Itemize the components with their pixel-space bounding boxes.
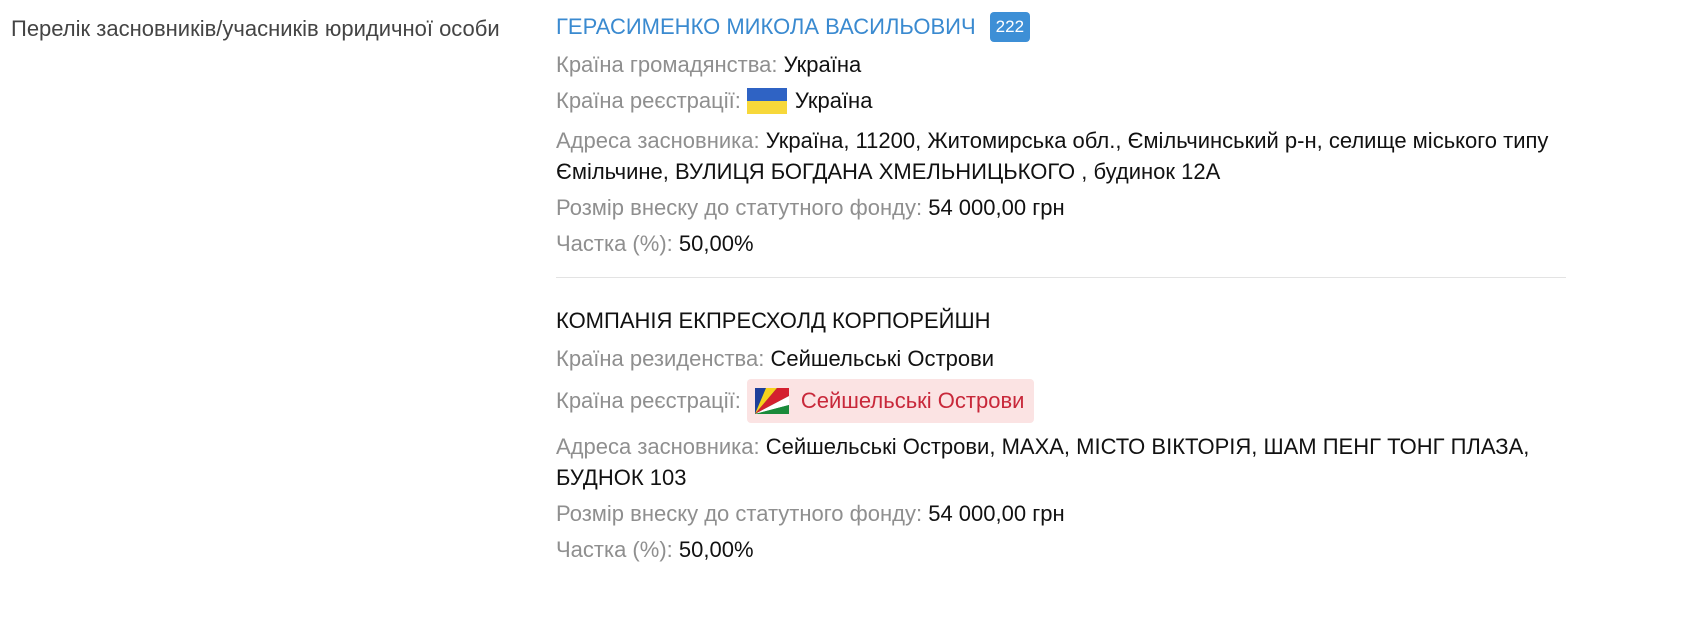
contribution-row: Розмір внеску до статутного фонду: 54 00… (556, 498, 1566, 529)
address-label: Адреса засновника: (556, 128, 760, 153)
founder-name-row: ГЕРАСИМЕНКО МИКОЛА ВАСИЛЬОВИЧ 222 (556, 10, 1566, 44)
share-value: 50,00% (678, 537, 754, 562)
founder-item: КОМПАНІЯ ЕКПРЕСХОЛД КОРПОРЕЙШН Країна ре… (556, 277, 1566, 583)
registration-label: Країна реєстрації: (556, 88, 741, 113)
share-row: Частка (%): 50,00% (556, 534, 1566, 565)
founder-item: ГЕРАСИМЕНКО МИКОЛА ВАСИЛЬОВИЧ 222 Країна… (556, 10, 1566, 277)
contribution-row: Розмір внеску до статутного фонду: 54 00… (556, 192, 1566, 223)
contribution-label: Розмір внеску до статутного фонду: (556, 195, 923, 220)
share-label: Частка (%): (556, 231, 673, 256)
residence-row: Країна резиденства: Сейшельські Острови (556, 343, 1566, 374)
address-row: Адреса засновника: Сейшельські Острови, … (556, 431, 1566, 493)
registration-row: Країна реєстрації: Сейшельські Острови (556, 379, 1566, 423)
share-value: 50,00% (678, 231, 754, 256)
founder-name: КОМПАНІЯ ЕКПРЕСХОЛД КОРПОРЕЙШН (556, 308, 991, 333)
residence-label: Країна резиденства: (556, 346, 765, 371)
founder-count-badge[interactable]: 222 (989, 12, 1031, 42)
section-label: Перелік засновників/учасників юридичної … (11, 16, 500, 41)
residence-value: Сейшельські Острови (770, 346, 995, 371)
founder-name-row: КОМПАНІЯ ЕКПРЕСХОЛД КОРПОРЕЙШН (556, 304, 1566, 338)
founders-list: ГЕРАСИМЕНКО МИКОЛА ВАСИЛЬОВИЧ 222 Країна… (556, 10, 1566, 583)
registration-value: Сейшельські Острови (800, 388, 1025, 413)
citizenship-value: Україна (783, 52, 862, 77)
contribution-value: 54 000,00 грн (928, 501, 1065, 526)
contribution-value: 54 000,00 грн (928, 195, 1065, 220)
offshore-warning-pill: Сейшельські Острови (746, 379, 1035, 423)
citizenship-label: Країна громадянства: (556, 52, 778, 77)
share-label: Частка (%): (556, 537, 673, 562)
citizenship-row: Країна громадянства: Україна (556, 49, 1566, 80)
founder-name-link[interactable]: ГЕРАСИМЕНКО МИКОЛА ВАСИЛЬОВИЧ (556, 14, 976, 40)
ukraine-flag-icon (746, 88, 787, 114)
registration-label: Країна реєстрації: (556, 388, 741, 413)
address-label: Адреса засновника: (556, 434, 760, 459)
registration-row: Країна реєстрації: Україна (556, 85, 1566, 117)
registration-value: Україна (794, 88, 873, 113)
seychelles-flag-icon (754, 388, 789, 414)
contribution-label: Розмір внеску до статутного фонду: (556, 501, 923, 526)
address-row: Адреса засновника: Україна, 11200, Житом… (556, 125, 1566, 187)
share-row: Частка (%): 50,00% (556, 228, 1566, 259)
